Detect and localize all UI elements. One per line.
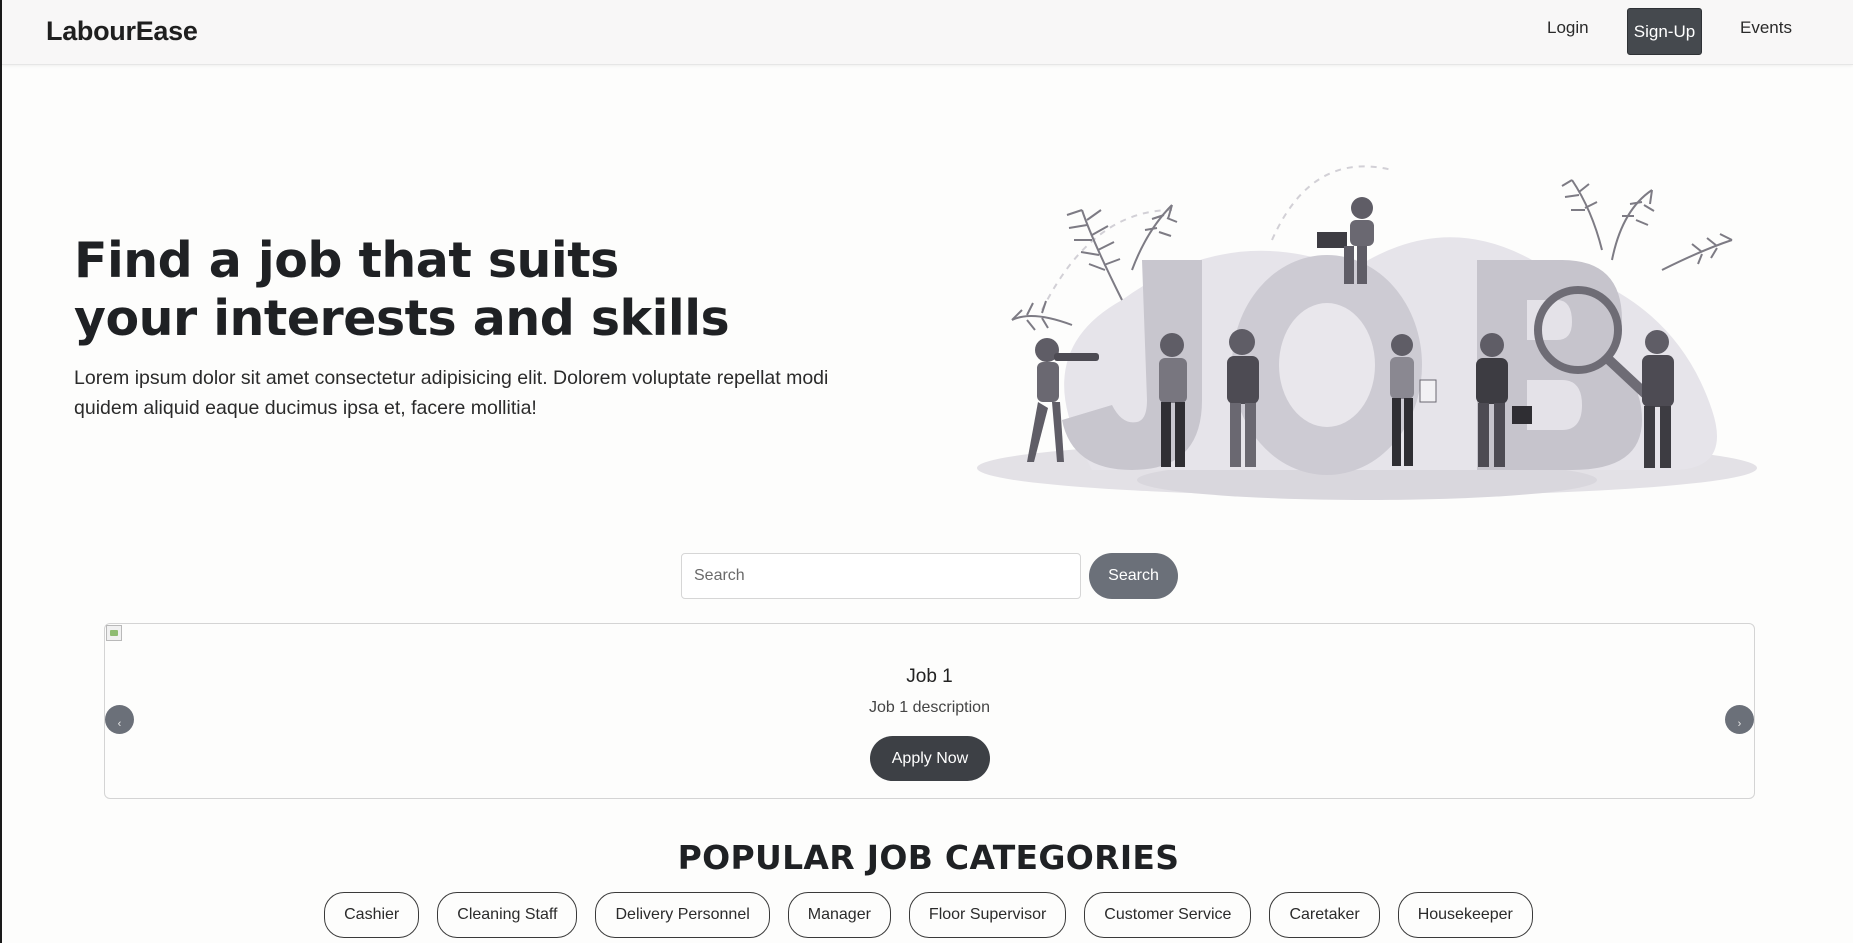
job-carousel: Job 1 Job 1 description Apply Now ‹ ›	[104, 623, 1755, 799]
login-link[interactable]: Login	[1547, 18, 1589, 38]
categories-heading: POPULAR JOB CATEGORIES	[677, 838, 1180, 877]
events-link[interactable]: Events	[1740, 18, 1792, 38]
chevron-right-icon: ›	[1737, 718, 1742, 730]
hero-title-line-1: Find a job that suits	[74, 232, 619, 289]
carousel-next-button[interactable]: ›	[1725, 705, 1754, 734]
category-floor-supervisor[interactable]: Floor Supervisor	[908, 892, 1067, 938]
carousel-prev-button[interactable]: ‹	[105, 705, 134, 734]
category-manager[interactable]: Manager	[787, 892, 891, 938]
category-customer-service[interactable]: Customer Service	[1084, 892, 1252, 938]
brand-logo[interactable]: LabourEase	[46, 16, 198, 47]
category-delivery-personnel[interactable]: Delivery Personnel	[595, 892, 770, 938]
broken-image-icon	[106, 625, 122, 641]
search-button[interactable]: Search	[1089, 553, 1178, 599]
category-cashier[interactable]: Cashier	[324, 892, 420, 938]
categories-list: Cashier Cleaning Staff Delivery Personne…	[2, 892, 1853, 938]
hero-title-line-2: your interests and skills	[74, 290, 730, 347]
job-description: Job 1 description	[869, 699, 990, 716]
chevron-left-icon: ‹	[117, 718, 122, 730]
hero-title: Find a job that suits your interests and…	[74, 232, 874, 348]
job-title: Job 1	[906, 666, 953, 687]
search-input[interactable]	[681, 553, 1081, 599]
job-search-illustration	[977, 165, 1757, 500]
category-caretaker[interactable]: Caretaker	[1269, 892, 1380, 938]
apply-now-button[interactable]: Apply Now	[870, 736, 990, 781]
category-cleaning-staff[interactable]: Cleaning Staff	[437, 892, 578, 938]
hero-description: Lorem ipsum dolor sit amet consectetur a…	[74, 367, 829, 419]
signup-button[interactable]: Sign-Up	[1627, 8, 1702, 55]
navbar: LabourEase Login Sign-Up Events	[2, 0, 1853, 65]
category-housekeeper[interactable]: Housekeeper	[1397, 892, 1533, 938]
